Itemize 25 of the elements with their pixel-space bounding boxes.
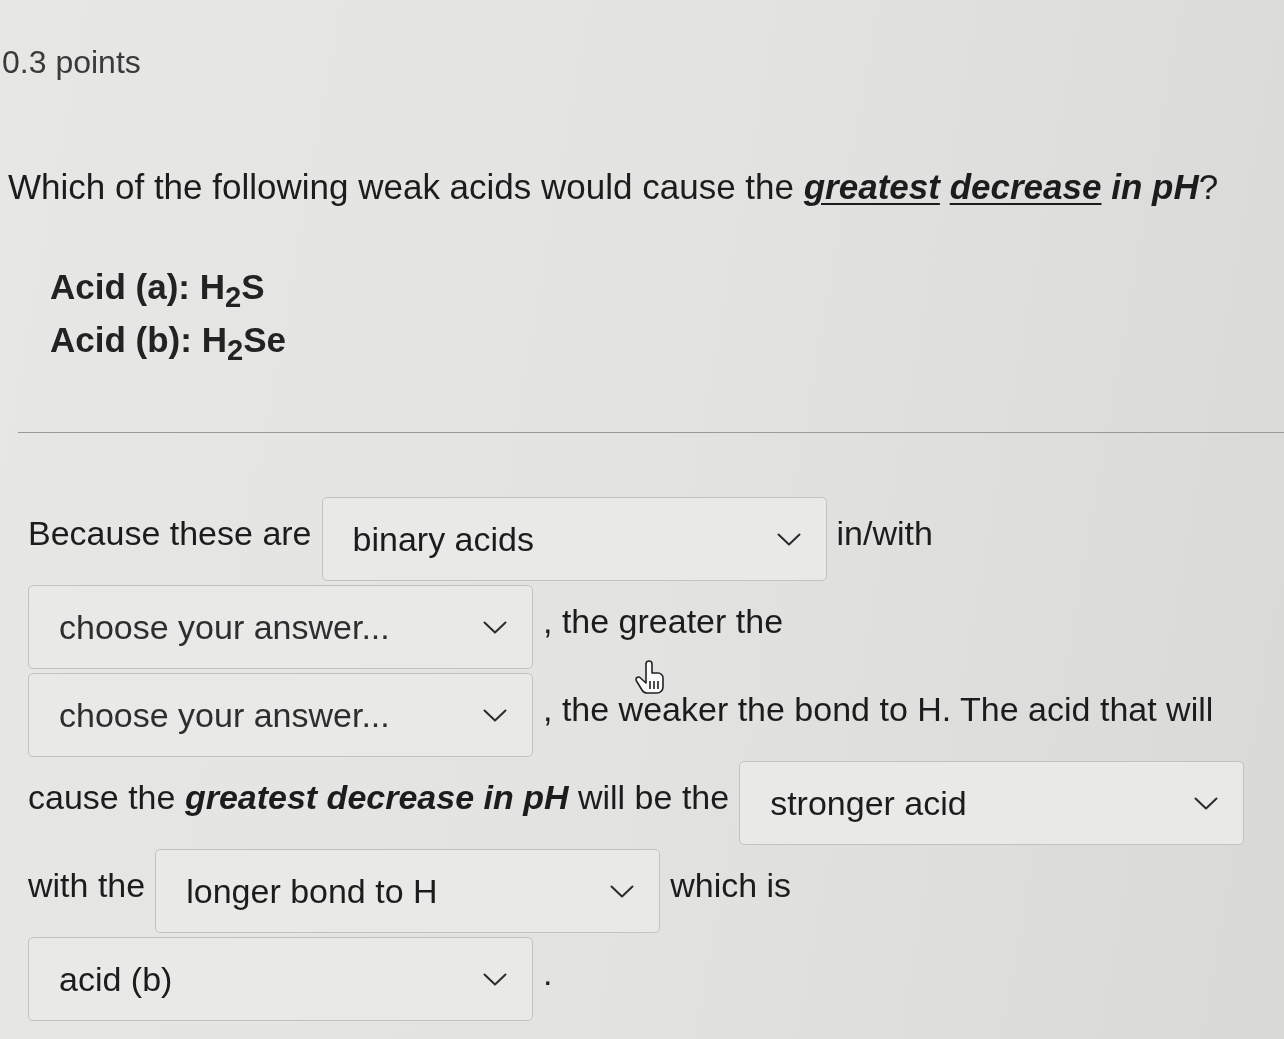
sentence-text: . — [543, 953, 553, 994]
chevron-down-icon — [483, 708, 507, 722]
sentence-text: which is — [670, 865, 792, 906]
acid-formula: Acid (a): H$_{2}$S — [50, 266, 265, 313]
sentence-text: with the — [28, 865, 146, 906]
answer-dropdown[interactable]: longer bond to H — [155, 849, 661, 933]
sentence-text: , the weaker the bond to H. The acid that will — [543, 689, 1214, 730]
chevron-down-icon — [610, 884, 635, 898]
chevron-down-icon — [1194, 796, 1219, 810]
hand-cursor-icon — [634, 660, 666, 694]
chevron-down-icon — [483, 972, 507, 986]
points-label: 0.3 points — [1, 43, 141, 82]
sentence-text: , the greater the — [543, 601, 784, 642]
answer-dropdown[interactable]: choose your answer... — [28, 585, 533, 669]
acid-formula: Acid (b): H$_{2}$Se — [50, 319, 286, 366]
chevron-down-icon — [776, 532, 801, 546]
question-text: Which of the following weak acids would cause the greatest decrease in pH? — [8, 166, 1219, 208]
answer-dropdown[interactable]: stronger acid — [739, 761, 1245, 845]
answer-dropdown[interactable]: acid (b) — [28, 937, 533, 1021]
chevron-down-icon — [483, 620, 507, 634]
answer-dropdown[interactable]: choose your answer... — [28, 673, 533, 757]
answer-dropdown[interactable]: binary acids — [321, 497, 827, 581]
sentence-text: Because these are — [28, 513, 312, 554]
sentence-text: in/with — [836, 513, 933, 554]
sentence-text: cause the greatest decrease in pH will be the — [28, 777, 730, 818]
